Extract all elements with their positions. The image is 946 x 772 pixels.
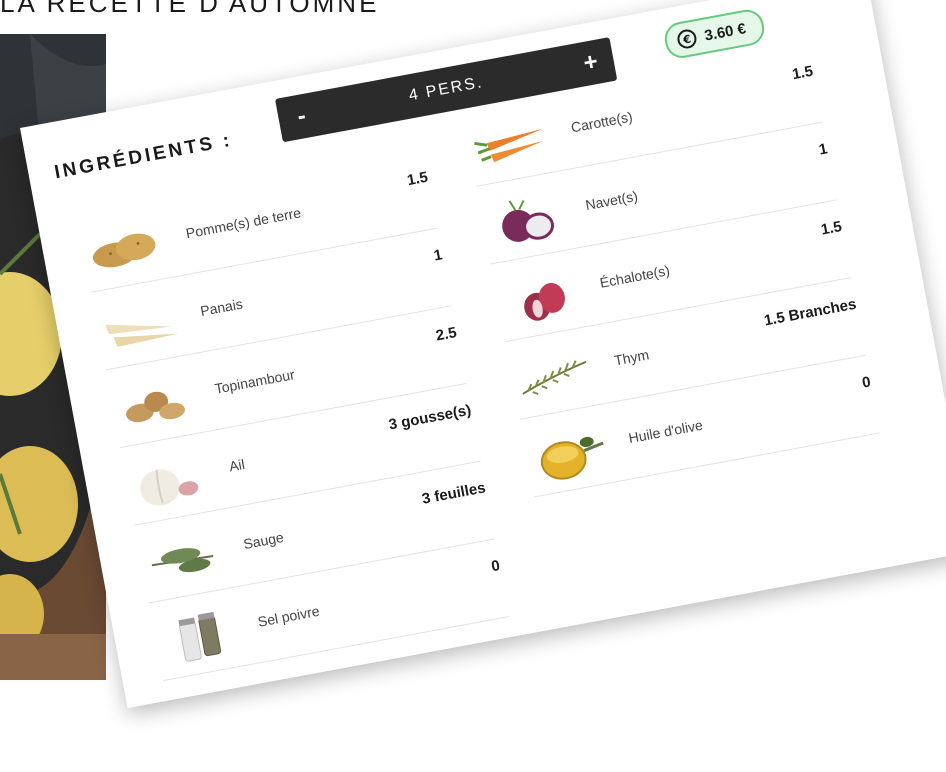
ingredient-name: Topinambour (213, 366, 296, 397)
ingredients-title: INGRÉDIENTS : (52, 129, 235, 184)
thyme-icon (507, 338, 602, 413)
parsnip-icon (93, 289, 188, 364)
ingredient-name: Sel poivre (256, 602, 321, 630)
jerusalem-artichoke-icon (108, 367, 203, 442)
ingredient-name: Carotte(s) (569, 108, 634, 136)
ingredient-name: Échalote(s) (598, 262, 672, 291)
ingredient-name: Huile d'olive (627, 416, 704, 447)
ingredient-name: Ail (227, 455, 246, 475)
decrease-servings-button[interactable]: - (281, 92, 322, 141)
ingredient-quantity: 1 (817, 140, 829, 159)
potato-icon (79, 211, 174, 286)
ingredient-quantity: 0 (860, 373, 873, 392)
ingredients-left-column: Pomme(s) de terre 1.5 Panais 1 Topinambo… (76, 150, 510, 682)
ingredients-right-column: Carotte(s) 1.5 Navet(s) 1 Échalote(s) 1.… (461, 44, 881, 498)
ingredient-quantity: 3 gousse(s) (387, 401, 473, 434)
ingredient-quantity: 1.5 (819, 218, 844, 239)
page-heading: LA RECETTE D'AUTOMNE (0, 0, 380, 18)
shallot-icon (493, 261, 588, 336)
salt-pepper-icon (151, 600, 246, 675)
ingredient-quantity: 2.5 (434, 324, 459, 345)
ingredient-quantity: 1.5 Branches (762, 295, 858, 330)
turnip-icon (479, 183, 574, 258)
ingredient-name: Panais (198, 295, 244, 320)
price-badge: € 3.60 € (662, 7, 767, 61)
ingredient-name: Thym (612, 346, 651, 369)
olive-oil-icon (522, 416, 617, 491)
ingredient-quantity: 1 (432, 246, 444, 265)
ingredient-quantity: 1.5 (405, 168, 430, 190)
euro-coin-icon: € (677, 29, 697, 49)
ingredient-quantity: 0 (489, 557, 502, 576)
price-value: 3.60 € (703, 19, 748, 45)
ingredient-name: Navet(s) (584, 187, 640, 214)
ingredients-card: INGRÉDIENTS : - 4 PERS. + € 3.60 € Pomme… (20, 0, 946, 709)
garlic-icon (122, 444, 217, 519)
ingredient-name: Sauge (242, 528, 285, 553)
ingredient-quantity: 3 feuilles (420, 479, 487, 508)
increase-servings-button[interactable]: + (570, 38, 611, 87)
svg-text:€: € (681, 33, 692, 47)
ingredient-name: Pomme(s) de terre (184, 204, 303, 242)
sage-leaf-icon (137, 522, 232, 597)
ingredient-quantity: 1.5 (790, 62, 815, 84)
carrot-icon (464, 105, 559, 180)
